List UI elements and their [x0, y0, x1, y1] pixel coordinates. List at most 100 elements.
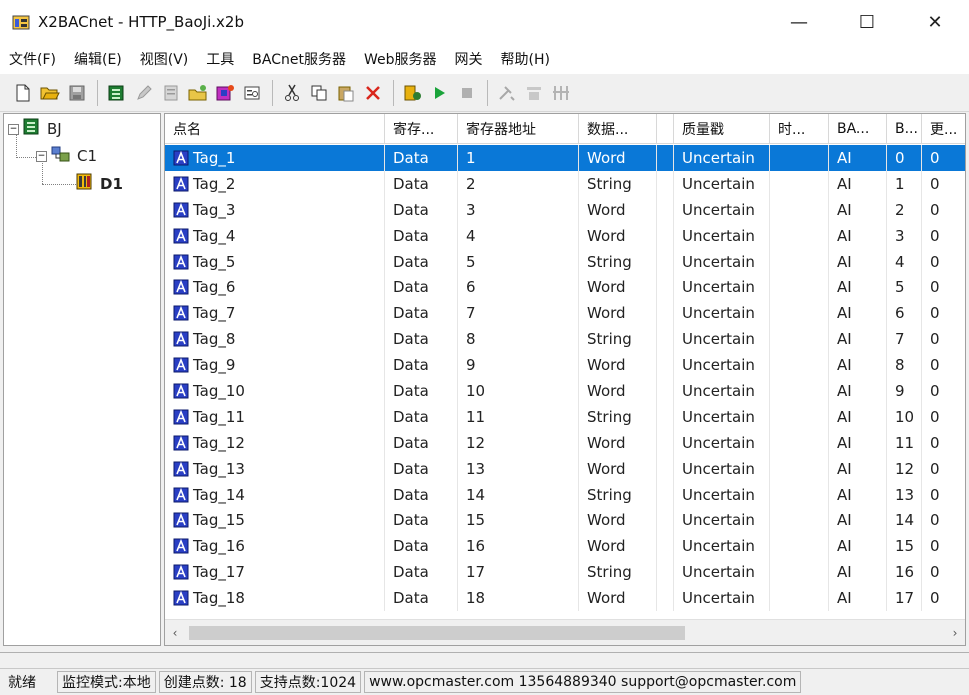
table-row[interactable]: Tag_13 Data 13 Word Uncertain AI 12 0 [165, 455, 965, 482]
cell-bacnet-instance: 6 [887, 300, 922, 327]
column-header-datatype[interactable]: 数据... [579, 114, 657, 144]
cell-register-type: Data [385, 326, 458, 353]
cell-tag-name: Tag_11 [165, 403, 385, 430]
cell-quality: Uncertain [674, 559, 770, 586]
cell-register-type: Data [385, 533, 458, 560]
column-header-register[interactable]: 寄存... [385, 114, 458, 144]
cut-icon[interactable] [279, 80, 305, 106]
table-row[interactable]: Tag_17 Data 17 String Uncertain AI 16 0 [165, 559, 965, 586]
maximize-button[interactable]: ☐ [833, 0, 901, 44]
tools-icon[interactable] [494, 80, 520, 106]
scroll-thumb[interactable] [189, 626, 685, 640]
column-header-address[interactable]: 寄存器地址 [458, 114, 579, 144]
tree-node-root[interactable]: − BJ [8, 118, 62, 140]
menu-tools[interactable]: 工具 [197, 49, 243, 69]
cell-bacnet-type: AI [829, 429, 887, 456]
table-row[interactable]: Tag_5 Data 5 String Uncertain AI 4 0 [165, 248, 965, 275]
table-row[interactable]: Tag_10 Data 10 Word Uncertain AI 9 0 [165, 378, 965, 404]
menu-help[interactable]: 帮助(H) [492, 49, 559, 69]
cell-quality: Uncertain [674, 533, 770, 560]
cell-text: AI [837, 459, 852, 478]
cell-update: 0 [922, 352, 965, 378]
delete-icon[interactable] [360, 80, 386, 106]
column-header-time[interactable]: 时... [770, 114, 829, 144]
horizontal-scrollbar[interactable]: ‹ › [165, 619, 965, 645]
cell-register-type: Data [385, 274, 458, 301]
table-row[interactable]: Tag_12 Data 12 Word Uncertain AI 11 0 [165, 429, 965, 456]
device-icon[interactable] [104, 80, 130, 106]
column-header-bacnet-instance[interactable]: B... [887, 114, 922, 144]
minimize-button[interactable]: — [765, 0, 833, 44]
new-icon[interactable] [10, 80, 36, 106]
collapse-toggle[interactable]: − [36, 150, 47, 162]
cell-data-type: Word [579, 533, 657, 560]
table-row[interactable]: Tag_18 Data 18 Word Uncertain AI 17 0 [165, 585, 965, 612]
collapse-toggle[interactable]: − [8, 123, 19, 135]
table-row[interactable]: Tag_3 Data 3 Word Uncertain AI 2 0 [165, 196, 965, 223]
cell-value [657, 170, 674, 197]
register-icon[interactable] [158, 80, 184, 106]
table-row[interactable]: Tag_16 Data 16 Word Uncertain AI 15 0 [165, 533, 965, 560]
column-header-bacnet-type[interactable]: BA... [829, 114, 887, 144]
table-row[interactable]: Tag_2 Data 2 String Uncertain AI 1 0 [165, 170, 965, 197]
cell-quality: Uncertain [674, 274, 770, 301]
cell-text: 2 [895, 200, 905, 219]
tree-node-channel[interactable]: − C1 [36, 145, 97, 167]
menu-file[interactable]: 文件(F) [0, 49, 65, 69]
cell-text: 6 [895, 304, 905, 323]
cell-register-type: Data [385, 300, 458, 327]
properties-icon[interactable] [239, 80, 265, 106]
table-row[interactable]: Tag_15 Data 15 Word Uncertain AI 14 0 [165, 507, 965, 534]
cell-data-type: String [579, 170, 657, 197]
stop-icon[interactable] [454, 80, 480, 106]
cell-text: 0 [930, 511, 940, 530]
tools2-icon[interactable] [521, 80, 547, 106]
cell-value [657, 300, 674, 327]
scroll-right-icon[interactable]: › [945, 620, 965, 645]
cell-tag-name: Tag_14 [165, 481, 385, 508]
tools3-icon[interactable] [548, 80, 574, 106]
menu-edit[interactable]: 编辑(E) [65, 49, 131, 69]
copy-icon[interactable] [306, 80, 332, 106]
column-header-value[interactable] [657, 114, 674, 144]
cell-tag-name: Tag_10 [165, 378, 385, 404]
cell-update: 0 [922, 274, 965, 300]
run-config-icon[interactable] [400, 80, 426, 106]
table-row[interactable]: Tag_6 Data 6 Word Uncertain AI 5 0 [165, 274, 965, 301]
cell-register-type: Data [385, 222, 458, 249]
open-icon[interactable] [37, 80, 63, 106]
edit-icon[interactable] [131, 80, 157, 106]
column-header-update[interactable]: 更... [922, 114, 965, 144]
table-row[interactable]: Tag_1 Data 1 Word Uncertain AI 0 0 [165, 145, 965, 171]
scroll-left-icon[interactable]: ‹ [165, 620, 185, 645]
column-header-quality[interactable]: 质量戳 [674, 114, 770, 144]
tag-icon [173, 202, 189, 218]
column-header-name[interactable]: 点名 [165, 114, 385, 144]
tree-node-device[interactable]: D1 [76, 173, 123, 195]
menu-bacnet-server[interactable]: BACnet服务器 [243, 49, 355, 69]
status-created-count: 创建点数: 18 [158, 671, 252, 693]
cell-text: Uncertain [682, 589, 755, 608]
paste-icon[interactable] [333, 80, 359, 106]
table-row[interactable]: Tag_4 Data 4 Word Uncertain AI 3 0 [165, 222, 965, 249]
menu-gateway[interactable]: 网关 [446, 49, 492, 69]
table-row[interactable]: Tag_8 Data 8 String Uncertain AI 7 0 [165, 326, 965, 353]
cell-text: 0 [930, 589, 940, 608]
table-row[interactable]: Tag_14 Data 14 String Uncertain AI 13 0 [165, 481, 965, 508]
table-row[interactable]: Tag_7 Data 7 Word Uncertain AI 6 0 [165, 300, 965, 327]
cell-bacnet-type: AI [829, 222, 887, 249]
table-row[interactable]: Tag_11 Data 11 String Uncertain AI 10 0 [165, 403, 965, 430]
save-icon[interactable] [64, 80, 90, 106]
cell-text: Data [393, 330, 429, 349]
cell-register-type: Data [385, 559, 458, 586]
table-row[interactable]: Tag_9 Data 9 Word Uncertain AI 8 0 [165, 352, 965, 379]
menu-view[interactable]: 视图(V) [131, 49, 198, 69]
cell-register-address: 5 [458, 248, 579, 275]
menu-web-server[interactable]: Web服务器 [355, 49, 446, 69]
cell-text: Tag_10 [193, 381, 245, 400]
cell-register-address: 7 [458, 300, 579, 327]
add-tag-icon[interactable] [212, 80, 238, 106]
add-folder-icon[interactable] [185, 80, 211, 106]
start-icon[interactable] [427, 80, 453, 106]
close-button[interactable]: ✕ [901, 0, 969, 44]
